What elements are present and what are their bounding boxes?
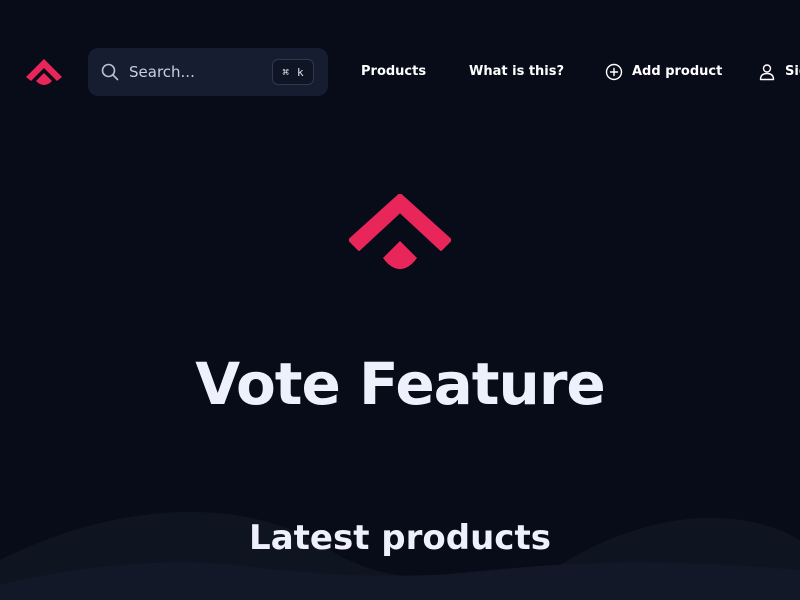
search-icon bbox=[101, 63, 119, 81]
hero-title: Vote Feature bbox=[195, 350, 606, 418]
search-placeholder: Search... bbox=[129, 63, 195, 81]
hero-logo-icon bbox=[349, 194, 451, 269]
add-product-label: Add product bbox=[632, 64, 723, 79]
shortcut-key-label: k bbox=[297, 65, 304, 79]
latest-products-heading: Latest products bbox=[249, 518, 551, 558]
plus-circle-icon bbox=[605, 63, 623, 81]
command-key-icon: ⌘ bbox=[282, 65, 289, 79]
brand-logo-icon[interactable] bbox=[26, 58, 62, 86]
add-product-button[interactable]: Add product bbox=[605, 62, 722, 82]
sign-in-button[interactable]: Sign in bbox=[758, 62, 800, 82]
top-nav: Search... ⌘ k Products What is this? Add… bbox=[0, 0, 800, 144]
sign-in-label: Sign in bbox=[785, 64, 800, 79]
user-icon bbox=[759, 64, 775, 81]
search-shortcut-badge: ⌘ k bbox=[272, 59, 314, 85]
search-box[interactable]: Search... ⌘ k bbox=[88, 48, 328, 96]
nav-products-link[interactable]: Products bbox=[361, 62, 426, 82]
page: Search... ⌘ k Products What is this? Add… bbox=[0, 0, 800, 600]
nav-what-is-this-link[interactable]: What is this? bbox=[469, 62, 564, 82]
